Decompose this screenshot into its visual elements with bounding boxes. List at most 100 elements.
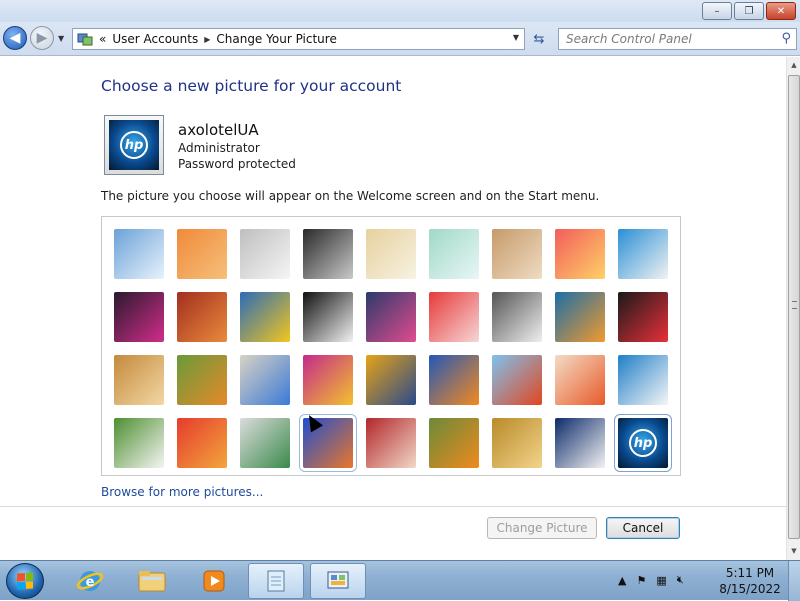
- picture-jacks[interactable]: [492, 292, 542, 342]
- current-account-picture: hp: [104, 115, 164, 175]
- search-icon[interactable]: ⚲: [781, 31, 791, 46]
- internet-explorer-icon: e: [76, 571, 104, 591]
- taskbar-file-explorer[interactable]: [124, 563, 180, 599]
- picture-kitten[interactable]: [492, 229, 542, 279]
- picture-dog[interactable]: [303, 292, 353, 342]
- notepad-icon: [267, 570, 285, 592]
- picture-sunflower[interactable]: [366, 355, 416, 405]
- picture-butterfly[interactable]: [429, 418, 479, 468]
- picture-record-player[interactable]: [303, 229, 353, 279]
- media-player-icon: [203, 570, 225, 592]
- picture-robot[interactable]: [240, 229, 290, 279]
- picture-starfish[interactable]: [177, 229, 227, 279]
- clock-time: 5:11 PM: [725, 566, 775, 580]
- clock-date: 8/15/2022: [719, 582, 781, 596]
- forward-button[interactable]: ▶: [30, 26, 54, 50]
- taskbar-control-panel[interactable]: [310, 563, 366, 599]
- svg-text:e: e: [86, 575, 95, 590]
- control-panel-icon: [327, 571, 349, 589]
- picture-fabric[interactable]: [177, 418, 227, 468]
- picture-crayons[interactable]: [366, 292, 416, 342]
- minimize-button[interactable]: –: [702, 2, 732, 20]
- windows-flag-icon: [17, 572, 33, 590]
- picture-gyroscope[interactable]: [429, 229, 479, 279]
- show-desktop-button[interactable]: [788, 561, 800, 601]
- hp-picture-tile: hp: [109, 120, 159, 170]
- picture-hp-logo[interactable]: hp: [614, 414, 672, 472]
- picture-paper-star[interactable]: [429, 292, 479, 342]
- picture-origami-crane[interactable]: [618, 292, 668, 342]
- content-area: Choose a new picture for your account hp…: [0, 57, 786, 507]
- back-button[interactable]: ◀: [3, 26, 27, 50]
- control-panel-window: – ❐ ✕ ◀ ▶ ▼ « User Accounts ▶ Change You…: [0, 0, 800, 560]
- picture-fabric-stripes[interactable]: [177, 292, 227, 342]
- picture-sailboat[interactable]: [618, 355, 668, 405]
- maximize-button[interactable]: ❐: [734, 2, 764, 20]
- network-icon[interactable]: ▦: [656, 574, 666, 587]
- picture-soccer-ball[interactable]: [114, 418, 164, 468]
- footer-divider: [0, 506, 786, 507]
- hp-logo-icon: hp: [629, 429, 657, 457]
- system-tray: ▲ ⚑ ▦ 🔇︎: [618, 573, 684, 587]
- breadcrumb-separator-icon[interactable]: ▶: [204, 35, 210, 44]
- address-dropdown-icon[interactable]: ▼: [513, 33, 519, 42]
- address-bar[interactable]: « User Accounts ▶ Change Your Picture ▼: [72, 28, 525, 50]
- search-input[interactable]: Search Control Panel ⚲: [558, 28, 797, 50]
- account-role: Administrator: [178, 141, 260, 155]
- picture-textile[interactable]: [366, 418, 416, 468]
- page-title: Choose a new picture for your account: [101, 77, 402, 95]
- refresh-icon: ⇆: [533, 31, 545, 47]
- picture-roller-coaster[interactable]: [114, 229, 164, 279]
- picture-scarf[interactable]: [303, 355, 353, 405]
- vertical-scrollbar[interactable]: ▲ ▼: [786, 57, 800, 560]
- change-picture-button[interactable]: Change Picture: [487, 517, 597, 539]
- browse-pictures-link[interactable]: Browse for more pictures...: [101, 485, 263, 499]
- picture-tin-robot[interactable]: [240, 355, 290, 405]
- picture-marbles[interactable]: [240, 418, 290, 468]
- search-placeholder: Search Control Panel: [566, 32, 692, 46]
- breadcrumb-change-your-picture[interactable]: Change Your Picture: [216, 32, 336, 46]
- picture-flower[interactable]: [555, 229, 605, 279]
- arrow-right-icon: ▶: [36, 30, 48, 46]
- picture-stairs[interactable]: [555, 292, 605, 342]
- clock[interactable]: 5:11 PM 8/15/2022: [714, 565, 786, 597]
- account-name: axolotelUA: [178, 121, 259, 139]
- close-button[interactable]: ✕: [766, 2, 796, 20]
- arrow-left-icon: ◀: [9, 30, 21, 46]
- hp-logo-icon: hp: [120, 131, 148, 159]
- control-panel-icon: [77, 33, 93, 46]
- recent-pages-dropdown-icon[interactable]: ▼: [58, 34, 64, 43]
- picture-fish[interactable]: [429, 355, 479, 405]
- breadcrumb-user-accounts[interactable]: User Accounts: [112, 32, 198, 46]
- picture-description: The picture you choose will appear on th…: [101, 189, 600, 203]
- taskbar-media-player[interactable]: [186, 563, 242, 599]
- picture-doll[interactable]: [555, 355, 605, 405]
- picture-puppy[interactable]: [177, 355, 227, 405]
- start-button[interactable]: [6, 563, 44, 599]
- picture-lucky-cat[interactable]: [366, 229, 416, 279]
- scroll-down-icon[interactable]: ▼: [787, 543, 800, 559]
- cancel-button[interactable]: Cancel: [606, 517, 680, 539]
- scroll-thumb[interactable]: [788, 75, 800, 539]
- picture-balloon[interactable]: [492, 355, 542, 405]
- picture-ball[interactable]: [114, 292, 164, 342]
- picture-grid: hp: [101, 216, 681, 476]
- refresh-button[interactable]: ⇆: [528, 30, 550, 48]
- taskbar-notepad[interactable]: [248, 563, 304, 599]
- scroll-up-icon[interactable]: ▲: [787, 57, 800, 73]
- caption-buttons: – ❐ ✕: [702, 2, 796, 20]
- picture-pinwheel[interactable]: [618, 229, 668, 279]
- address-chevrons[interactable]: «: [99, 32, 106, 46]
- picture-guitar[interactable]: [114, 355, 164, 405]
- picture-lighthouse[interactable]: [555, 418, 605, 468]
- show-hidden-icons-icon[interactable]: ▲: [618, 574, 626, 587]
- picture-basket[interactable]: [492, 418, 542, 468]
- folder-icon: [138, 571, 166, 592]
- taskbar: e ▲ ⚑ ▦ 🔇︎ 5:11 PM 8/15/2022: [0, 560, 800, 601]
- grip-icon: [792, 301, 797, 309]
- volume-muted-icon[interactable]: 🔇︎: [677, 573, 684, 587]
- taskbar-internet-explorer[interactable]: e: [62, 563, 118, 599]
- picture-leaf[interactable]: [240, 292, 290, 342]
- navigation-bar: ◀ ▶ ▼ « User Accounts ▶ Change Your Pict…: [0, 22, 800, 56]
- action-center-flag-icon[interactable]: ⚑: [636, 574, 646, 587]
